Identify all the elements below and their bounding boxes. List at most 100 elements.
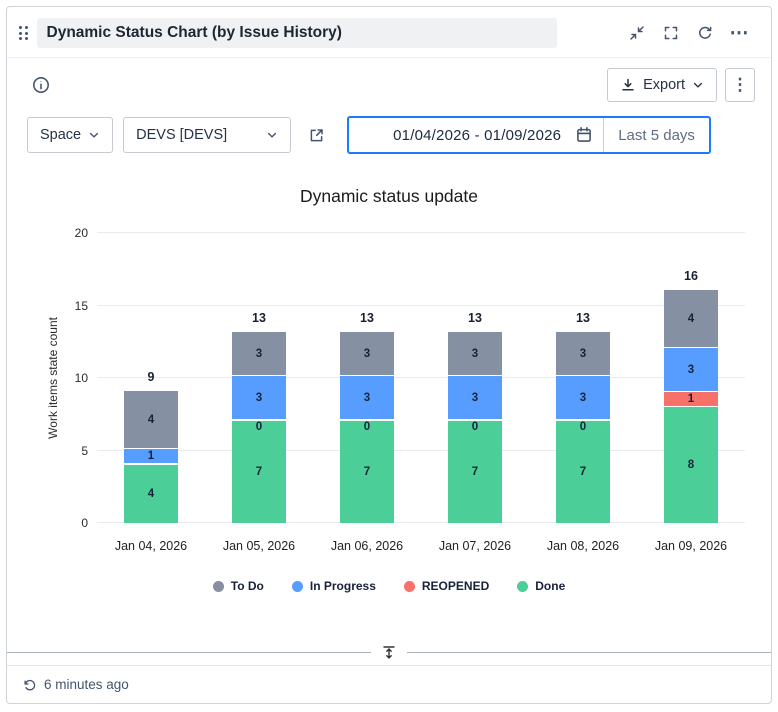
legend-item[interactable]: REOPENED [404, 579, 489, 593]
bar-column: 703313 [529, 332, 637, 523]
bar-segment: 3 [340, 332, 394, 376]
legend-label: REOPENED [422, 579, 489, 593]
bar-total-label: 13 [556, 311, 610, 325]
segment-value-label: 7 [580, 466, 586, 478]
bar-segment: 7 [340, 421, 394, 523]
x-tick-label: Jan 08, 2026 [529, 539, 637, 553]
legend-item[interactable]: Done [517, 579, 565, 593]
segment-value-label: 3 [256, 348, 262, 360]
export-more-options-button[interactable]: ⋮ [725, 68, 755, 102]
filter-bar: Space DEVS [DEVS] 01/04/2026 - 01/09/202… [7, 104, 771, 168]
bar-segment: 0 [340, 420, 394, 421]
bar-segment: 3 [340, 376, 394, 420]
segment-value-label: 3 [472, 348, 478, 360]
toolbar-right: Export ⋮ [607, 68, 755, 102]
calendar-icon[interactable] [575, 126, 593, 144]
export-button[interactable]: Export [607, 68, 717, 102]
segment-value-label: 7 [472, 466, 478, 478]
bar-column: 4149 [97, 391, 205, 523]
fullscreen-icon[interactable] [657, 19, 685, 47]
y-tick-label: 5 [81, 444, 88, 458]
collapse-icon[interactable] [623, 19, 651, 47]
drag-handle-icon[interactable] [19, 26, 28, 40]
bar-segment: 3 [448, 376, 502, 420]
bar-total-label: 9 [124, 370, 178, 384]
segment-value-label: 3 [688, 364, 694, 376]
bar-total-label: 16 [664, 269, 718, 283]
segment-value-label: 0 [580, 421, 586, 433]
open-in-new-tab-icon[interactable] [301, 120, 331, 150]
segment-value-label: 3 [580, 348, 586, 360]
bar-segment: 3 [556, 376, 610, 420]
y-tick-label: 15 [75, 299, 88, 313]
chevron-down-icon [266, 129, 278, 141]
widget-title[interactable]: Dynamic Status Chart (by Issue History) [37, 18, 557, 48]
download-icon [620, 77, 636, 93]
segment-value-label: 3 [364, 348, 370, 360]
legend-item[interactable]: In Progress [292, 579, 376, 593]
bar-segment: 3 [448, 332, 502, 376]
bar-segment: 3 [232, 332, 286, 376]
segment-value-label: 3 [580, 392, 586, 404]
bar-segment: 7 [448, 421, 502, 523]
resize-row [7, 639, 771, 665]
chevron-down-icon [692, 79, 704, 91]
bar-segment [124, 464, 178, 465]
bar-total-label: 13 [340, 311, 394, 325]
x-tick-label: Jan 09, 2026 [637, 539, 745, 553]
chart-legend: To Do In Progress REOPENED Done [7, 579, 771, 593]
chevron-down-icon [88, 129, 100, 141]
bar-column: 703313 [421, 332, 529, 523]
bar-total-label: 13 [448, 311, 502, 325]
plot-area: 4149703313703313703313703313813416 [97, 233, 745, 523]
more-menu-icon[interactable]: ⋯ [725, 19, 753, 47]
stacked-bar: 703313 [232, 332, 286, 523]
project-dropdown[interactable]: DEVS [DEVS] [123, 117, 291, 153]
space-dropdown[interactable]: Space [27, 117, 113, 153]
legend-label: To Do [231, 579, 264, 593]
y-axis-title: Work items state count [43, 233, 63, 523]
bar-segment: 4 [124, 391, 178, 449]
segment-value-label: 4 [148, 414, 154, 426]
space-dropdown-label: Space [40, 127, 81, 143]
toolbar: Export ⋮ [7, 58, 771, 104]
segment-value-label: 8 [688, 459, 694, 471]
x-tick-label: Jan 04, 2026 [97, 539, 205, 553]
bar-segment: 3 [664, 348, 718, 392]
date-preset-label: Last 5 days [604, 127, 709, 144]
segment-value-label: 3 [472, 392, 478, 404]
segment-value-label: 1 [148, 450, 154, 462]
bar-segment: 8 [664, 407, 718, 523]
bar-segment: 7 [556, 421, 610, 523]
y-tick-label: 10 [75, 371, 88, 385]
info-icon[interactable] [27, 71, 55, 99]
y-tick-label: 0 [81, 516, 88, 530]
last-refreshed-icon[interactable] [23, 678, 37, 692]
widget-header: Dynamic Status Chart (by Issue History) [7, 7, 771, 58]
x-tick-label: Jan 07, 2026 [421, 539, 529, 553]
bar-segment: 4 [664, 290, 718, 348]
legend-dot-icon [404, 581, 415, 592]
date-range-picker[interactable]: 01/04/2026 - 01/09/2026 Last 5 days [347, 116, 711, 154]
segment-value-label: 1 [688, 393, 694, 405]
segment-value-label: 3 [364, 392, 370, 404]
bar-segment: 4 [124, 465, 178, 523]
legend-item[interactable]: To Do [213, 579, 264, 593]
project-dropdown-label: DEVS [DEVS] [136, 127, 227, 143]
bar-segment: 7 [232, 421, 286, 523]
resize-handle-icon[interactable] [371, 645, 407, 660]
widget-footer: 6 minutes ago [7, 665, 771, 703]
segment-value-label: 7 [364, 466, 370, 478]
last-updated-text: 6 minutes ago [44, 677, 129, 692]
bar-total-label: 13 [232, 311, 286, 325]
refresh-icon[interactable] [691, 19, 719, 47]
legend-label: Done [535, 579, 565, 593]
x-tick-label: Jan 06, 2026 [313, 539, 421, 553]
x-axis: Jan 04, 2026Jan 05, 2026Jan 06, 2026Jan … [97, 523, 745, 553]
bar-segment: 0 [448, 420, 502, 421]
chart: Work items state count 05101520 41497033… [43, 233, 745, 553]
x-tick-label: Jan 05, 2026 [205, 539, 313, 553]
bar-segment: 3 [232, 376, 286, 420]
bar-column: 703313 [205, 332, 313, 523]
header-actions: ⋯ [623, 19, 753, 47]
